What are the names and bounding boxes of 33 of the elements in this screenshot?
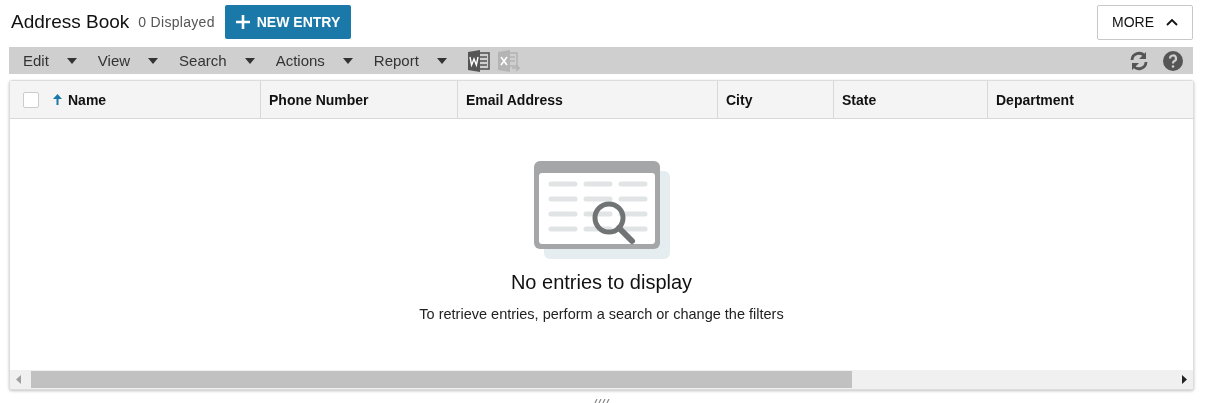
plus-icon [234,14,251,30]
caret-icon [148,57,159,64]
help-icon[interactable] [1163,50,1183,71]
empty-state-title: No entries to display [510,271,693,294]
column-header[interactable]: Phone Number [260,81,457,118]
column-header[interactable]: City [717,81,833,118]
menu-button[interactable]: Actions [275,52,374,69]
new-entry-button[interactable]: NEW ENTRY [224,5,352,39]
more-button[interactable]: MORE [1097,4,1193,40]
menu-button[interactable]: Edit [23,52,98,69]
select-all-checkbox[interactable] [23,91,39,108]
entry-count: 0 Displayed [138,14,215,30]
caret-icon [66,57,77,64]
chevron-up-icon [1166,18,1178,26]
page-title: Address Book [11,11,130,33]
menu-button[interactable]: View [97,52,180,69]
menu-button[interactable]: Report [373,52,468,69]
scroll-right-icon[interactable] [1182,375,1187,384]
column-header[interactable]: Name [10,81,260,118]
empty-state-hint: To retrieve entries, perform a search or change the filters [419,306,784,322]
caret-icon [244,57,255,64]
resize-grip-icon[interactable] [593,399,612,403]
column-header[interactable]: State [833,81,987,118]
column-header[interactable]: Department [987,81,1193,118]
scrollbar-thumb[interactable] [31,371,852,388]
refresh-icon[interactable] [1129,50,1149,71]
word-export-icon[interactable] [467,49,490,72]
menu-button[interactable]: Search [179,52,276,69]
caret-icon [436,57,447,64]
caret-icon [342,57,353,64]
scroll-left-icon[interactable] [16,375,21,384]
column-header[interactable]: Email Address [457,81,717,118]
horizontal-scrollbar[interactable] [10,370,1193,389]
